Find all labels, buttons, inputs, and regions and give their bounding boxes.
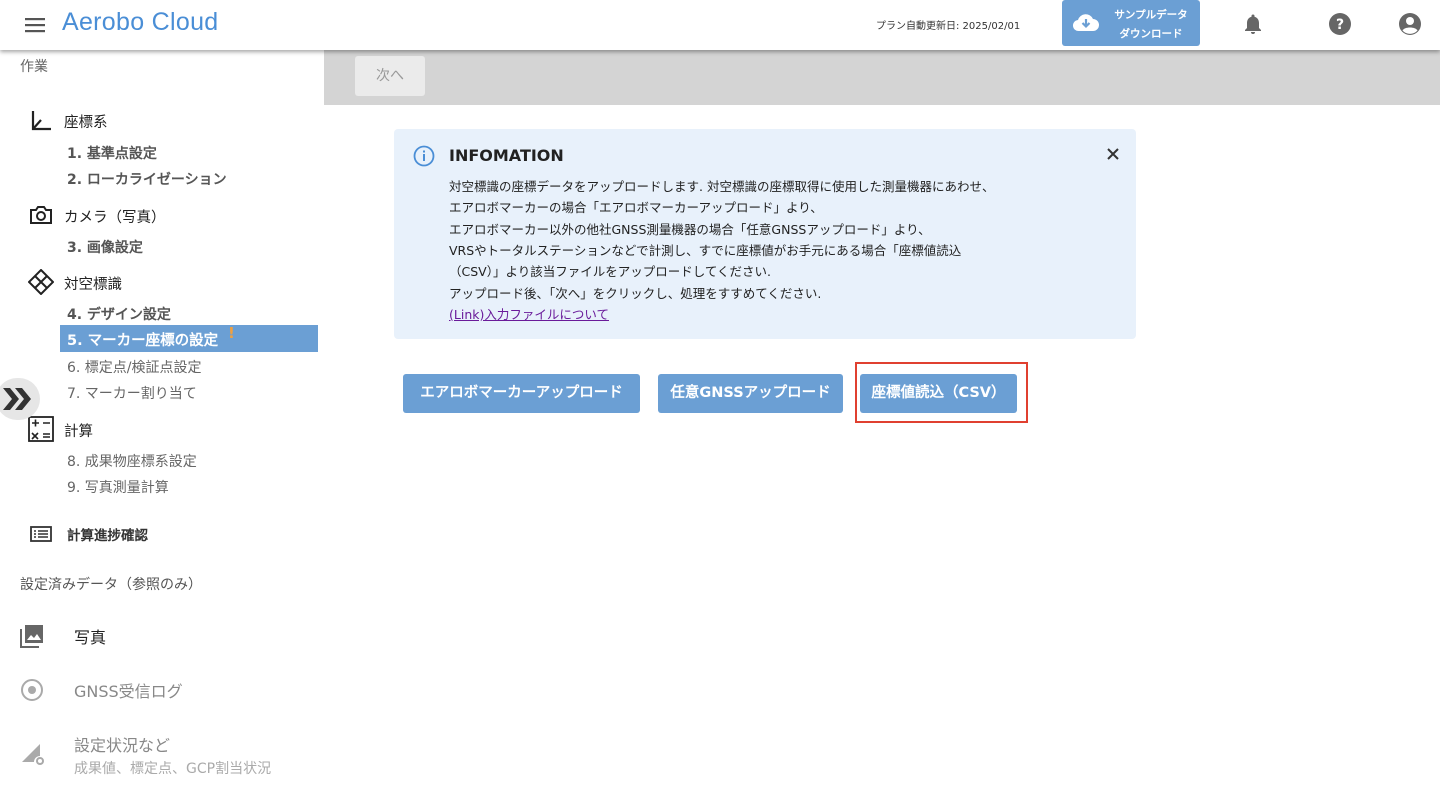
sidebar-step-7[interactable]: 7. マーカー割り当て	[67, 383, 197, 403]
info-line-2: エアロボマーカーの場合「エアロボマーカーアップロード」より、	[449, 200, 823, 215]
axis-icon	[31, 111, 51, 131]
camera-icon	[30, 206, 52, 224]
app-header: Aerobo Cloud プラン自動更新日: 2025/02/01 サンプルデー…	[0, 0, 1440, 50]
sidebar-step-1[interactable]: 1. 基準点設定	[67, 143, 157, 163]
account-icon[interactable]	[1398, 12, 1422, 36]
sidebar-step-3[interactable]: 3. 画像設定	[67, 237, 143, 257]
close-icon[interactable]	[1102, 143, 1124, 165]
svg-text:?: ?	[1336, 17, 1344, 33]
next-button[interactable]: 次へ	[355, 56, 425, 96]
sidebar-step-8[interactable]: 8. 成果物座標系設定	[67, 451, 197, 471]
sidebar-step-5-active[interactable]: 5. マーカー座標の設定 !	[60, 324, 318, 352]
photo-library-icon	[20, 625, 43, 648]
sidebar: 作業 座標系 1. 基準点設定 2. ローカライゼーション カメラ（写真） 3.…	[0, 50, 324, 796]
info-line-3: エアロボマーカー以外の他社GNSS測量機器の場合「任意GNSSアップロード」より…	[449, 222, 931, 237]
gnss-upload-button[interactable]: 任意GNSSアップロード	[658, 374, 843, 413]
info-icon	[413, 145, 435, 167]
warning-icon: !	[228, 324, 235, 342]
action-bar: 次へ	[324, 50, 1440, 105]
gnss-icon	[21, 679, 43, 701]
ref-item-label: 写真	[74, 628, 107, 647]
sidebar-step-2[interactable]: 2. ローカライゼーション	[67, 169, 227, 189]
bell-icon[interactable]	[1241, 12, 1265, 36]
step-label: 5. マーカー座標の設定	[67, 333, 219, 349]
section-label: 計算	[64, 424, 93, 440]
highlight-box	[855, 362, 1028, 423]
list-icon	[30, 526, 52, 542]
app-title[interactable]: Aerobo Cloud	[62, 8, 218, 37]
info-line-4: VRSやトータルステーションなどで計測し、すでに座標値がお手元にある場合「座標値…	[449, 243, 962, 258]
sidebar-work-label: 作業	[20, 59, 48, 75]
section-label: 座標系	[64, 115, 108, 131]
input-file-link[interactable]: (Link)入力ファイルについて	[449, 304, 609, 323]
double-chevron-right-icon	[3, 388, 31, 410]
reference-data-header: 設定済みデータ（参照のみ）	[20, 577, 202, 593]
info-line-6: アップロード後、「次へ」をクリックし、処理をすすめてください.	[449, 286, 822, 301]
help-icon[interactable]: ?	[1328, 12, 1352, 36]
sidebar-step-9[interactable]: 9. 写真測量計算	[67, 477, 169, 497]
sidebar-step-6[interactable]: 6. 標定点/検証点設定	[67, 357, 202, 377]
sidebar-collapse-button[interactable]	[0, 378, 40, 420]
info-line-5: （CSV）」より該当ファイルをアップロードしてください.	[449, 264, 771, 279]
ref-item-label: 設定状況など	[74, 736, 171, 755]
info-panel: INFOMATION 対空標識の座標データをアップロードします. 対空標識の座標…	[394, 129, 1136, 339]
info-title: INFOMATION	[449, 146, 564, 165]
cloud-download-icon	[1072, 14, 1099, 32]
section-label: 対空標識	[64, 277, 122, 293]
plan-renewal-date: プラン自動更新日: 2025/02/01	[876, 21, 1021, 32]
sidebar-step-4[interactable]: 4. デザイン設定	[67, 304, 171, 324]
info-line-1: 対空標識の座標データをアップロードします. 対空標識の座標取得に使用した測量機器…	[449, 179, 995, 194]
sample-data-label-2: ダウンロード	[1119, 28, 1183, 40]
progress-label: 計算進捗確認	[67, 528, 148, 544]
sample-data-download-button[interactable]: サンプルデータ ダウンロード	[1062, 0, 1200, 46]
aerobo-marker-upload-button[interactable]: エアロボマーカーアップロード	[403, 374, 640, 413]
gcp-marker-icon	[28, 269, 54, 295]
sample-data-label-1: サンプルデータ	[1114, 9, 1188, 21]
settings-status-icon	[22, 744, 44, 765]
ref-item-label: GNSS受信ログ	[74, 682, 183, 701]
menu-icon[interactable]	[24, 14, 46, 36]
section-label: カメラ（写真）	[64, 210, 166, 226]
ref-item-sublabel: 成果値、標定点、GCP割当状況	[74, 761, 272, 777]
